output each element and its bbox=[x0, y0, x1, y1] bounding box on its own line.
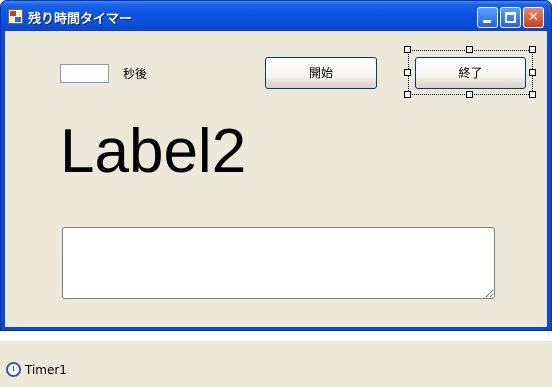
window-title: 残り時間タイマー bbox=[28, 12, 133, 27]
minimize-icon bbox=[483, 20, 491, 23]
resize-handle-s[interactable] bbox=[466, 91, 473, 98]
resize-handle-n[interactable] bbox=[466, 46, 473, 53]
resize-handle-ne[interactable] bbox=[529, 46, 536, 53]
close-button[interactable]: ✕ bbox=[523, 7, 544, 28]
seconds-suffix-label: 秒後 bbox=[123, 67, 148, 81]
resize-handle-se[interactable] bbox=[529, 91, 536, 98]
resize-handle-w[interactable] bbox=[404, 69, 411, 76]
app-icon bbox=[8, 9, 23, 24]
resize-handle-sw[interactable] bbox=[404, 91, 411, 98]
maximize-button[interactable] bbox=[500, 7, 521, 28]
minimize-button[interactable] bbox=[477, 7, 498, 28]
form-window: 残り時間タイマー ✕ 秒後 開始 終了 Label2 bbox=[0, 0, 552, 331]
timer-component-label[interactable]: Timer1 bbox=[25, 363, 67, 377]
component-tray: Timer1 bbox=[0, 341, 552, 387]
title-bar[interactable]: 残り時間タイマー ✕ bbox=[1, 1, 551, 31]
maximize-icon bbox=[505, 12, 516, 23]
start-button[interactable]: 開始 bbox=[265, 57, 377, 89]
form-client-area: 秒後 開始 終了 Label2 bbox=[5, 31, 547, 327]
output-textbox[interactable] bbox=[62, 227, 495, 299]
resize-handle-nw[interactable] bbox=[404, 46, 411, 53]
end-button[interactable]: 終了 bbox=[415, 57, 526, 89]
resize-handle-e[interactable] bbox=[529, 69, 536, 76]
seconds-input[interactable] bbox=[60, 64, 109, 83]
timer-icon bbox=[6, 362, 21, 377]
countdown-label: Label2 bbox=[60, 117, 247, 186]
